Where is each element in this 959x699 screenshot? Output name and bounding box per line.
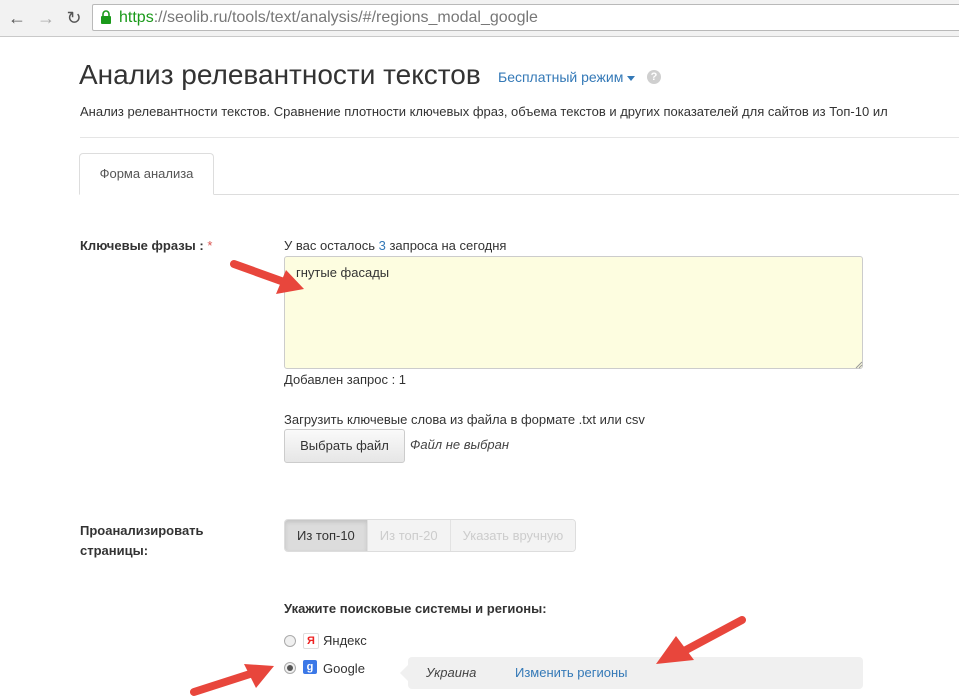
option-top10[interactable]: Из топ-10 <box>285 520 368 551</box>
added-requests: Добавлен запрос : 1 <box>284 372 407 387</box>
tab-analysis-form[interactable]: Форма анализа <box>79 153 214 195</box>
yandex-icon: Я <box>303 633 319 649</box>
browser-toolbar: ← → ↻ https://seolib.ru/tools/text/analy… <box>0 0 959 37</box>
analyze-options-group: Из топ-10 Из топ-20 Указать вручную <box>284 519 577 552</box>
mode-dropdown[interactable]: Бесплатный режим <box>498 69 636 85</box>
google-icon: g <box>303 660 317 674</box>
forward-icon[interactable]: → <box>36 8 56 28</box>
upload-hint: Загрузить ключевые слова из файла в форм… <box>284 412 645 427</box>
google-radio[interactable] <box>284 662 296 674</box>
yandex-radio[interactable] <box>284 635 296 647</box>
keywords-textarea[interactable]: гнутые фасады <box>284 256 863 369</box>
option-manual[interactable]: Указать вручную <box>450 520 576 551</box>
divider <box>80 137 959 138</box>
no-file-text: Файл не выбран <box>410 437 510 452</box>
remaining-count: 3 <box>378 238 386 253</box>
help-icon[interactable]: ? <box>647 70 661 84</box>
resize-handle-icon[interactable] <box>855 361 863 369</box>
page-subtitle: Анализ релевантности текстов. Сравнение … <box>80 104 888 119</box>
change-regions-link[interactable]: Изменить регионы <box>515 665 627 680</box>
analyze-pages-label: Проанализировать страницы: <box>80 523 204 558</box>
keywords-label: Ключевые фразы : * <box>80 238 213 253</box>
option-top20[interactable]: Из топ-20 <box>367 520 451 551</box>
region-name: Украина <box>426 665 477 680</box>
mode-link-label: Бесплатный режим <box>498 69 624 85</box>
reload-icon[interactable]: ↻ <box>64 8 84 28</box>
page-title: Анализ релевантности текстов <box>79 59 481 90</box>
url-text: https://seolib.ru/tools/text/analysis/#/… <box>119 9 538 26</box>
annotation-arrow-google <box>190 664 274 696</box>
engines-title: Укажите поисковые системы и регионы: <box>284 601 547 616</box>
caret-down-icon <box>627 75 636 81</box>
google-label[interactable]: Google <box>323 661 365 676</box>
address-bar[interactable]: https://seolib.ru/tools/text/analysis/#/… <box>92 4 959 31</box>
annotation-arrow-regions <box>656 616 746 664</box>
back-icon[interactable]: ← <box>7 8 27 28</box>
yandex-label[interactable]: Яндекс <box>323 633 367 648</box>
lock-icon <box>101 10 111 24</box>
required-mark: * <box>207 238 213 253</box>
choose-file-button[interactable]: Выбрать файл <box>284 429 405 463</box>
annotation-arrow-keywords <box>230 260 304 294</box>
remaining-requests: У вас осталось 3 запроса на сегодня <box>284 238 507 253</box>
